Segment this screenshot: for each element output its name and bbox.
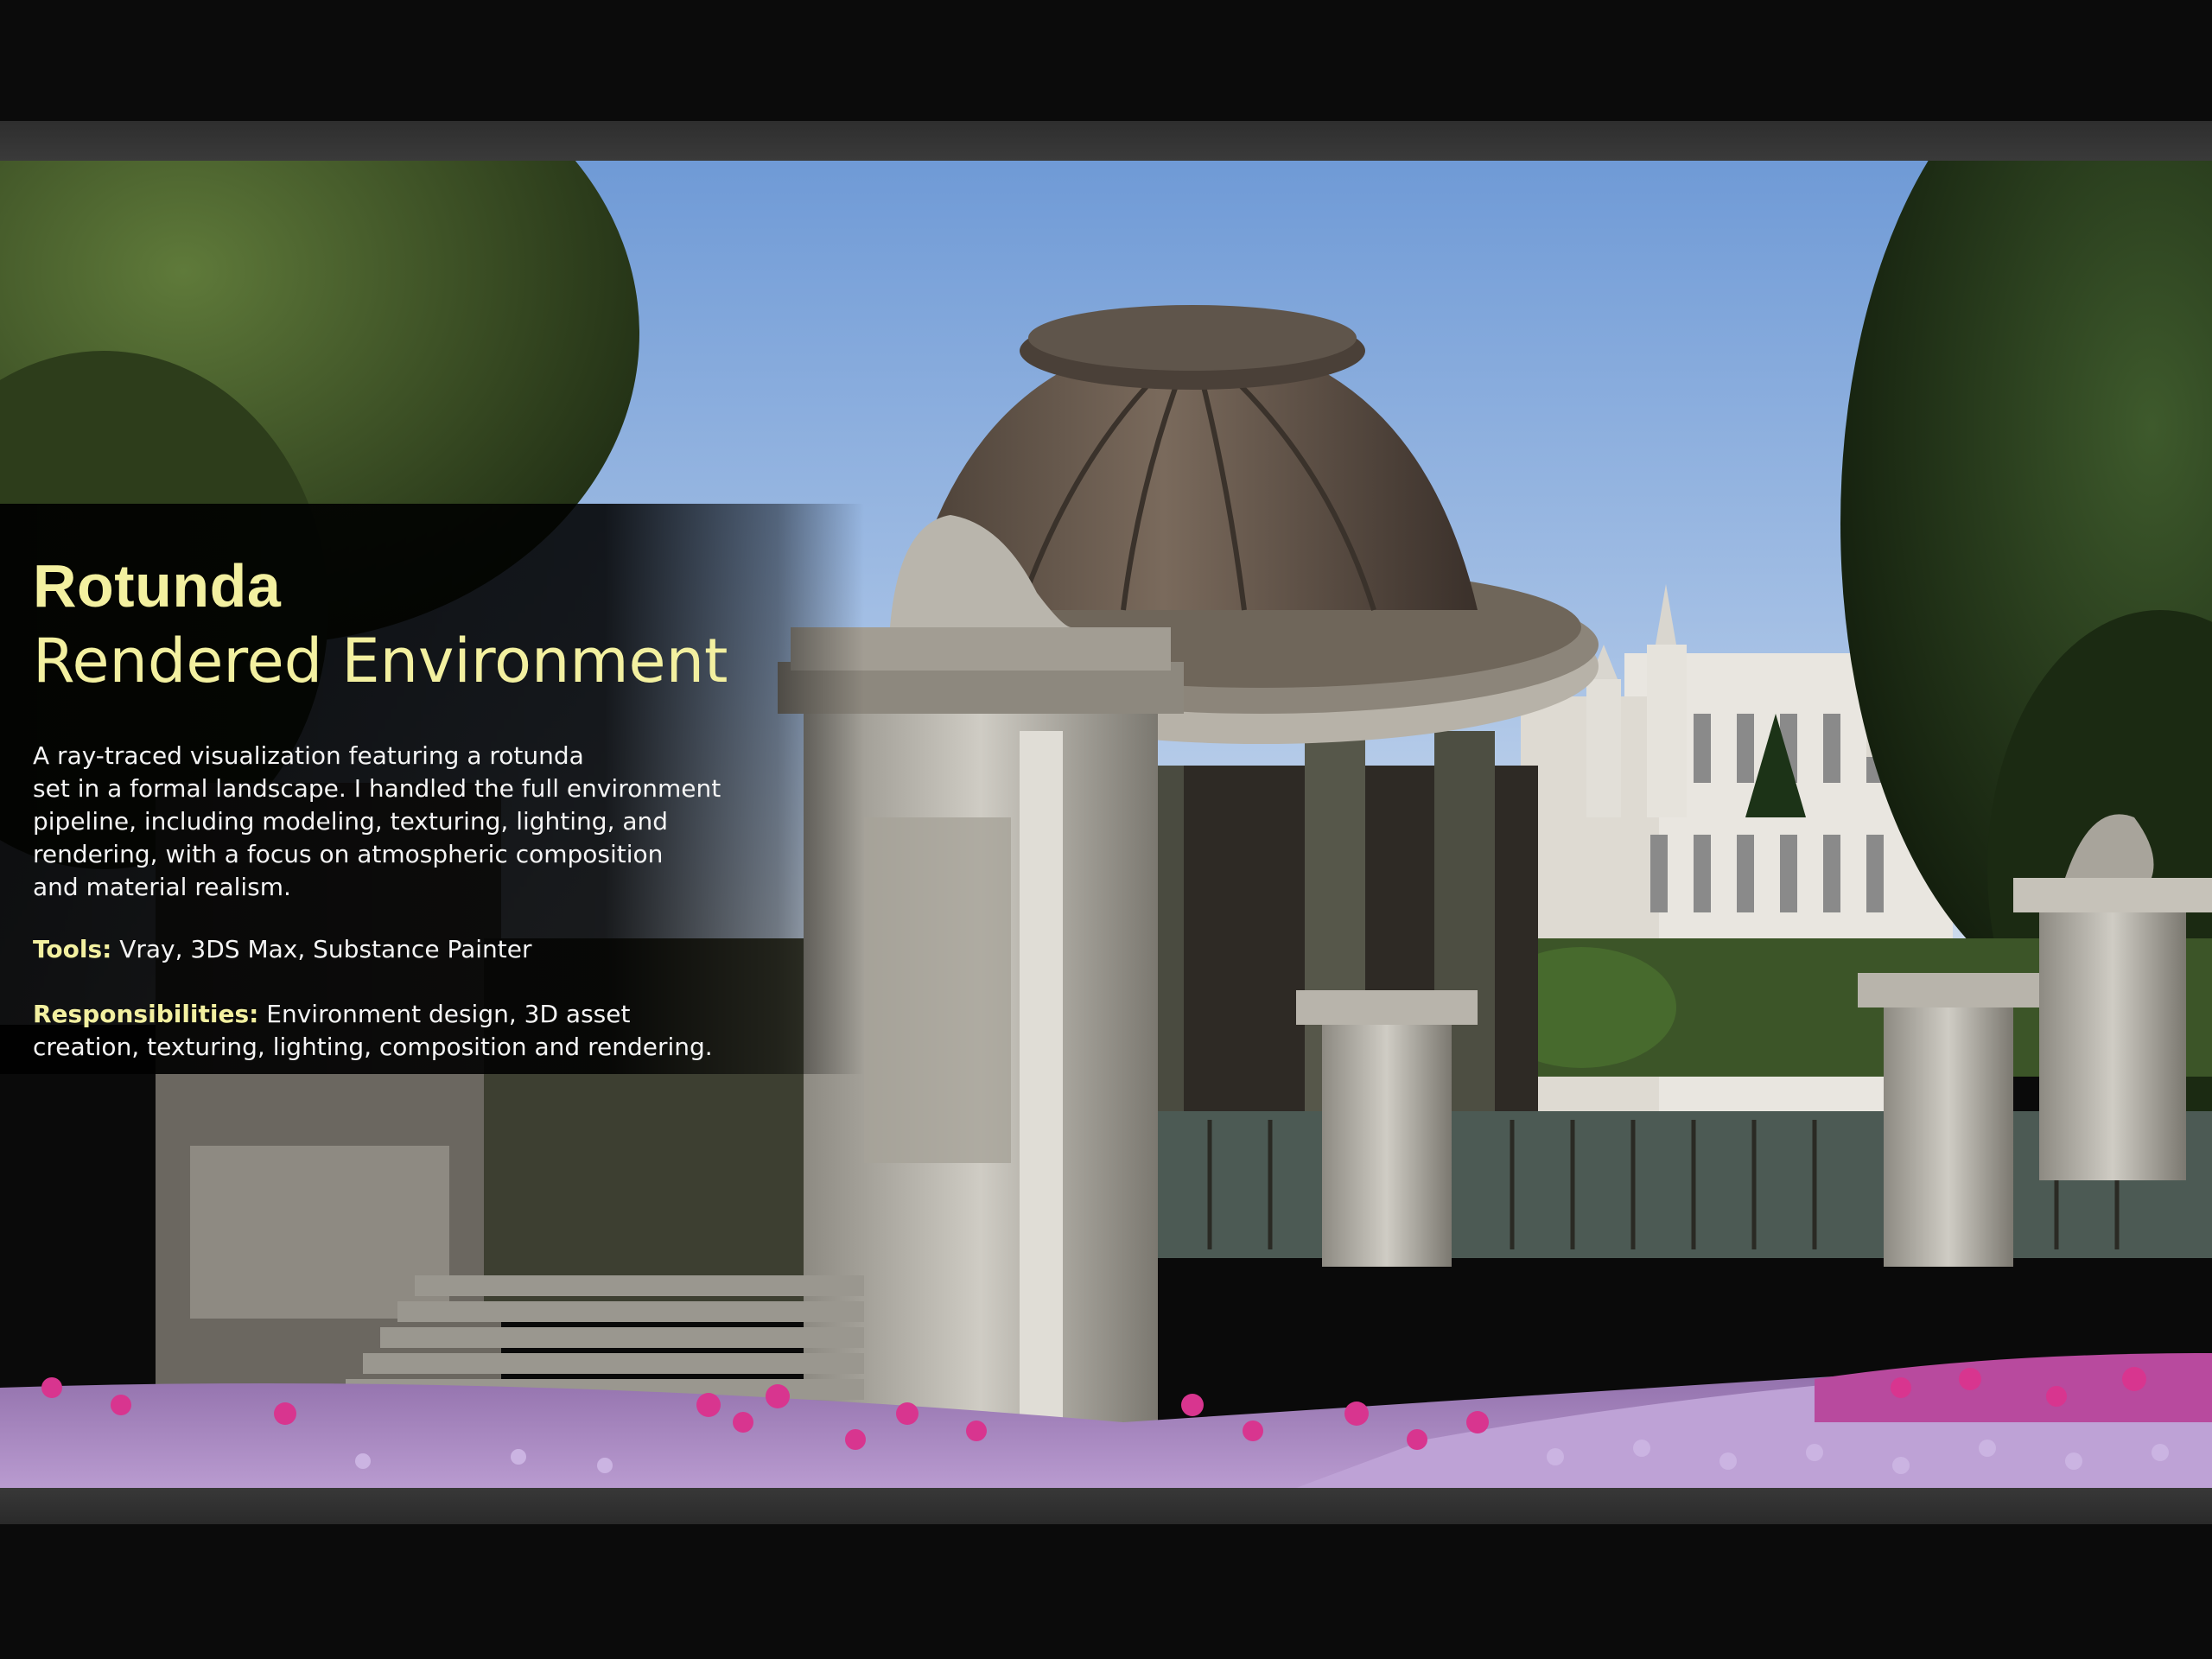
letterbox-top [0, 0, 2212, 121]
responsibilities-label: Responsibilities: [33, 1000, 259, 1028]
tools-label: Tools: [33, 935, 112, 963]
tools-value: Vray, 3DS Max, Substance Painter [111, 935, 532, 963]
project-description: A ray-traced visualization featuring a r… [33, 741, 721, 901]
project-title: Rotunda [33, 552, 282, 620]
frame-strip-top [0, 121, 2212, 161]
responsibilities-line: Responsibilities: Environment design, 3D… [33, 998, 810, 1064]
project-subtitle: Rendered Environment [33, 626, 728, 696]
frame-strip-bottom [0, 1488, 2212, 1524]
letterbox-bottom [0, 1524, 2212, 1659]
tools-line: Tools: Vray, 3DS Max, Substance Painter [33, 933, 531, 966]
